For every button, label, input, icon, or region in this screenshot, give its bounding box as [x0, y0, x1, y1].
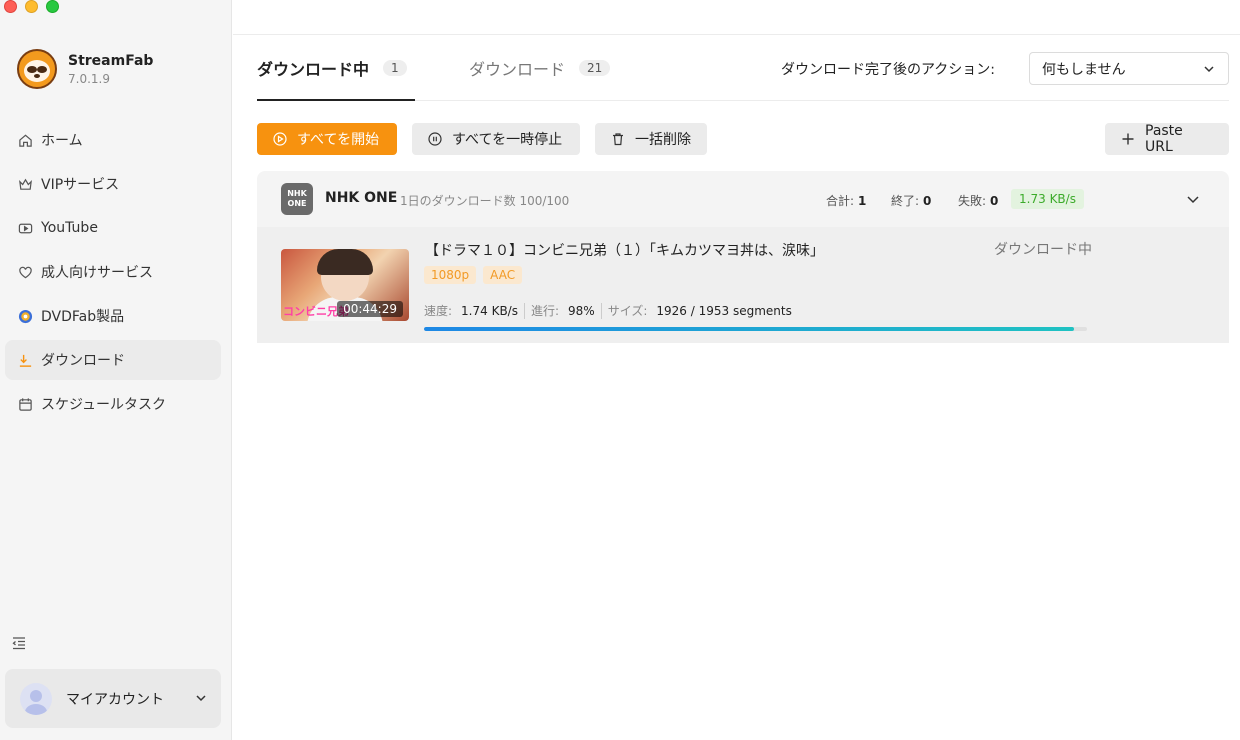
after-action-value: 何もしません — [1042, 61, 1126, 78]
toolbar: すべてを開始 すべてを一時停止 一括削除 — [257, 123, 707, 155]
service-name: NHK ONE — [325, 190, 398, 206]
delete-all-button[interactable]: 一括削除 — [595, 123, 707, 155]
sidebar-item-label: ダウンロード — [41, 353, 125, 369]
tab-downloaded[interactable]: ダウンロード 21 — [469, 52, 611, 84]
after-action-label: ダウンロード完了後のアクション: — [781, 62, 996, 78]
account-label: マイアカウント — [66, 691, 164, 708]
trash-icon — [611, 132, 625, 146]
sidebar-item-label: VIPサービス — [41, 177, 120, 193]
sidebar-item-schedule[interactable]: スケジュールタスク — [5, 384, 221, 424]
nhk-one-logo: NHK ONE — [281, 183, 313, 215]
sidebar-item-label: ホーム — [41, 133, 83, 149]
stat-failed: 失敗: 0 — [958, 194, 999, 208]
tab-count-badge: 21 — [579, 60, 611, 76]
play-circle-icon — [273, 132, 287, 146]
sidebar: StreamFab 7.0.1.9 ホーム VIPサービス YouTube 成人… — [0, 0, 232, 740]
brand: StreamFab 7.0.1.9 — [17, 49, 153, 89]
sidebar-item-vip[interactable]: VIPサービス — [5, 164, 221, 204]
progress-bar-fill — [424, 327, 1074, 331]
home-icon — [17, 132, 33, 148]
heart-icon — [17, 264, 33, 280]
download-status: ダウンロード中 — [994, 242, 1092, 258]
tab-label: ダウンロード中 — [257, 60, 370, 79]
size-label: サイズ: — [607, 304, 648, 318]
group-header[interactable]: NHK ONE NHK ONE 1日のダウンロード数 100/100 合計: 1 … — [257, 171, 1229, 227]
download-metrics: 速度: 1.74 KB/s 進行: 98% サイズ: 1926 / 1953 s… — [424, 302, 792, 319]
window-controls — [4, 0, 59, 13]
video-duration: 00:44:29 — [337, 301, 403, 317]
download-item[interactable]: コンビニ兄弟 00:44:29 【ドラマ１０】コンビニ兄弟（１）「キムカツマヨ丼… — [257, 227, 1229, 343]
streamfab-logo — [17, 49, 57, 89]
sidebar-item-label: 成人向けサービス — [41, 265, 153, 281]
active-tab-indicator — [257, 99, 415, 101]
audio-tag: AAC — [483, 266, 523, 284]
delete-all-label: 一括削除 — [635, 132, 691, 148]
video-title: 【ドラマ１０】コンビニ兄弟（１）「キムカツマヨ丼は、涙味」 — [425, 243, 824, 259]
minimize-window-button[interactable] — [25, 0, 38, 13]
sidebar-item-adult[interactable]: 成人向けサービス — [5, 252, 221, 292]
after-action-select[interactable]: 何もしません — [1029, 52, 1229, 85]
speed-value: 1.74 KB/s — [461, 303, 518, 318]
calendar-icon — [17, 396, 33, 412]
stat-done: 終了: 0 — [891, 194, 932, 208]
download-group-nhk-one: NHK ONE NHK ONE 1日のダウンロード数 100/100 合計: 1 … — [257, 171, 1229, 343]
sidebar-item-label: DVDFab製品 — [41, 309, 125, 325]
resolution-tag: 1080p — [424, 266, 477, 284]
speed-label: 速度: — [424, 304, 453, 318]
group-speed-badge: 1.73 KB/s — [1011, 189, 1084, 209]
stat-total: 合計: 1 — [826, 194, 867, 208]
app-version: 7.0.1.9 — [68, 71, 110, 86]
sidebar-nav: ホーム VIPサービス YouTube 成人向けサービス DVDFab製品 ダウ… — [5, 120, 221, 428]
sidebar-item-label: スケジュールタスク — [41, 397, 167, 413]
collapse-sidebar-icon[interactable] — [11, 635, 27, 651]
paste-url-label: Paste URL — [1145, 123, 1183, 155]
progress-value: 98% — [568, 303, 595, 318]
start-all-label: すべてを開始 — [297, 132, 380, 148]
divider — [233, 34, 1240, 35]
close-window-button[interactable] — [4, 0, 17, 13]
progress-label: 進行: — [530, 304, 560, 318]
size-value: 1926 / 1953 segments — [656, 303, 792, 318]
chevron-down-icon — [1202, 62, 1216, 76]
paste-url-button[interactable]: Paste URL — [1105, 123, 1229, 155]
tab-downloading[interactable]: ダウンロード中 1 — [257, 52, 415, 84]
pause-circle-icon — [428, 132, 442, 146]
app-name: StreamFab — [68, 52, 154, 69]
download-icon — [17, 352, 33, 368]
crown-icon — [17, 176, 33, 192]
sidebar-item-youtube[interactable]: YouTube — [5, 208, 221, 248]
sidebar-item-home[interactable]: ホーム — [5, 120, 221, 160]
format-tags: 1080p AAC — [424, 266, 523, 284]
plus-icon — [1121, 132, 1135, 146]
avatar — [20, 682, 52, 715]
start-all-button[interactable]: すべてを開始 — [257, 123, 397, 155]
sidebar-item-download[interactable]: ダウンロード — [5, 340, 221, 380]
youtube-icon — [17, 220, 33, 236]
chevron-down-icon[interactable] — [1185, 191, 1201, 207]
chevron-down-icon — [194, 691, 208, 705]
tab-label: ダウンロード — [469, 60, 566, 79]
tab-count-badge: 1 — [383, 60, 407, 76]
main-panel: ダウンロード中 1 ダウンロード 21 ダウンロード完了後のアクション: 何もし… — [233, 0, 1240, 740]
pause-all-label: すべてを一時停止 — [452, 132, 563, 148]
my-account-button[interactable]: マイアカウント — [5, 669, 221, 728]
daily-quota: 1日のダウンロード数 100/100 — [400, 194, 570, 208]
progress-bar — [424, 327, 1087, 331]
zoom-window-button[interactable] — [46, 0, 59, 13]
download-tabs: ダウンロード中 1 ダウンロード 21 — [257, 52, 611, 84]
sidebar-item-dvdfab[interactable]: DVDFab製品 — [5, 296, 221, 336]
dvdfab-icon — [17, 308, 33, 324]
pause-all-button[interactable]: すべてを一時停止 — [412, 123, 580, 155]
video-thumbnail: コンビニ兄弟 00:44:29 — [281, 249, 409, 321]
sidebar-item-label: YouTube — [41, 220, 98, 236]
